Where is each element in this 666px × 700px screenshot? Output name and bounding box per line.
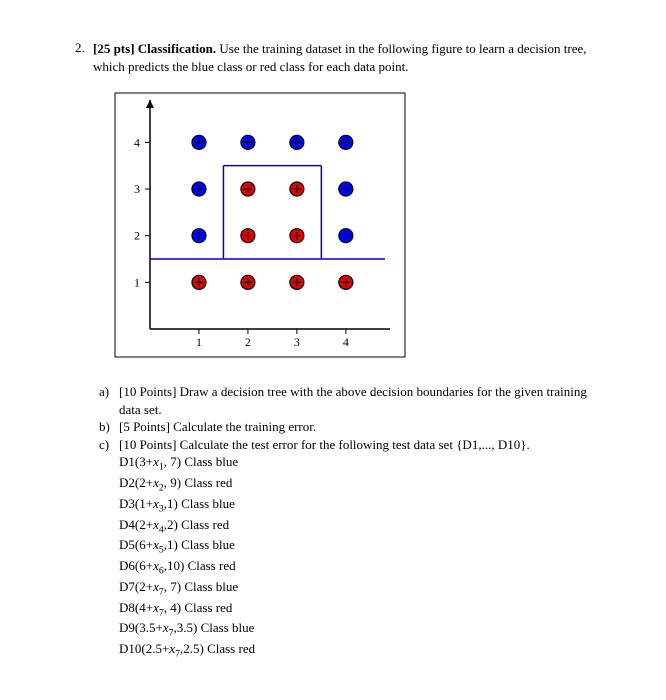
- svg-text:2: 2: [134, 229, 140, 243]
- part-b-pts: [5 Points]: [119, 419, 170, 434]
- d-name: D9: [119, 620, 135, 635]
- d-name: D5: [119, 537, 135, 552]
- part-c-letter: c): [99, 436, 119, 454]
- test-data-row: D2(2+x2, 9) Class red: [119, 474, 606, 495]
- part-b-body: [5 Points] Calculate the training error.: [119, 418, 606, 436]
- page-content: 2. [25 pts] Classification. Use the trai…: [0, 0, 666, 691]
- question-text: [25 pts] Classification. Use the trainin…: [93, 40, 606, 75]
- test-data-row: D4(2+x4,2) Class red: [119, 516, 606, 537]
- d-post: ,1): [164, 496, 181, 511]
- d-pre: (2+: [135, 475, 153, 490]
- test-data-row: D5(6+x5,1) Class blue: [119, 536, 606, 557]
- test-data-row: D3(1+x3,1) Class blue: [119, 495, 606, 516]
- d-class: Class red: [207, 641, 255, 656]
- test-data-row: D10(2.5+x7,2.5) Class red: [119, 640, 606, 661]
- part-a-body: [10 Points] Draw a decision tree with th…: [119, 383, 606, 418]
- svg-text:4: 4: [343, 335, 349, 349]
- scatter-chart: 1 2 3 4 1 2 3 4: [95, 85, 415, 365]
- d-name: D6: [119, 558, 135, 573]
- part-c-pts: [10 Points]: [119, 437, 176, 452]
- d-class: Class red: [184, 475, 232, 490]
- d-post: , 7): [164, 454, 185, 469]
- d-class: Class red: [181, 517, 229, 532]
- d-name: D2: [119, 475, 135, 490]
- d-pre: (2.5+: [141, 641, 169, 656]
- d-post: , 4): [164, 600, 185, 615]
- part-c: c) [10 Points] Calculate the test error …: [99, 436, 606, 454]
- svg-text:1: 1: [134, 275, 140, 289]
- d-pre: (6+: [135, 558, 153, 573]
- d-pre: (1+: [135, 496, 153, 511]
- part-a-pts: [10 Points]: [119, 384, 176, 399]
- svg-text:4: 4: [134, 135, 140, 149]
- part-a: a) [10 Points] Draw a decision tree with…: [99, 383, 606, 418]
- part-b-text: Calculate the training error.: [170, 419, 316, 434]
- svg-text:3: 3: [134, 182, 140, 196]
- d-pre: (6+: [135, 537, 153, 552]
- d-post: ,1): [164, 537, 181, 552]
- d-class: Class red: [188, 558, 236, 573]
- d-class: Class blue: [181, 496, 235, 511]
- d-pre: (2+: [135, 517, 153, 532]
- training-figure: 1 2 3 4 1 2 3 4: [95, 85, 606, 369]
- d-pre: (4+: [135, 600, 153, 615]
- test-data-row: D7(2+x7, 7) Class blue: [119, 578, 606, 599]
- d-post: ,2.5): [180, 641, 207, 656]
- d-class: Class blue: [181, 537, 235, 552]
- d-class: Class blue: [201, 620, 255, 635]
- test-data-row: D9(3.5+x7,3.5) Class blue: [119, 619, 606, 640]
- question-points: [25 pts] Classification.: [93, 41, 216, 56]
- part-a-text: Draw a decision tree with the above deci…: [119, 384, 587, 417]
- test-data-row: D8(4+x7, 4) Class red: [119, 599, 606, 620]
- d-post: ,3.5): [173, 620, 200, 635]
- test-data-row: D1(3+x1, 7) Class blue: [119, 453, 606, 474]
- d-name: D4: [119, 517, 135, 532]
- svg-text:3: 3: [294, 335, 300, 349]
- part-b-letter: b): [99, 418, 119, 436]
- part-c-text: Calculate the test error for the followi…: [176, 437, 529, 452]
- d-pre: (3.5+: [135, 620, 163, 635]
- d-pre: (3+: [135, 454, 153, 469]
- d-name: D1: [119, 454, 135, 469]
- part-a-letter: a): [99, 383, 119, 401]
- d-pre: (2+: [135, 579, 153, 594]
- test-data-row: D6(6+x6,10) Class red: [119, 557, 606, 578]
- question-heading: 2. [25 pts] Classification. Use the trai…: [75, 40, 606, 75]
- d-class: Class blue: [184, 579, 238, 594]
- d-post: , 7): [164, 579, 185, 594]
- d-class: Class red: [184, 600, 232, 615]
- d-name: D10: [119, 641, 141, 656]
- d-name: D3: [119, 496, 135, 511]
- svg-text:1: 1: [196, 335, 202, 349]
- question-number: 2.: [75, 40, 93, 56]
- d-class: Class blue: [184, 454, 238, 469]
- d-post: ,10): [164, 558, 188, 573]
- d-post: , 9): [164, 475, 185, 490]
- subparts: a) [10 Points] Draw a decision tree with…: [99, 383, 606, 453]
- d-name: D7: [119, 579, 135, 594]
- d-name: D8: [119, 600, 135, 615]
- test-data-list: D1(3+x1, 7) Class blueD2(2+x2, 9) Class …: [119, 453, 606, 661]
- svg-text:2: 2: [245, 335, 251, 349]
- part-b: b) [5 Points] Calculate the training err…: [99, 418, 606, 436]
- part-c-body: [10 Points] Calculate the test error for…: [119, 436, 606, 454]
- d-post: ,2): [164, 517, 181, 532]
